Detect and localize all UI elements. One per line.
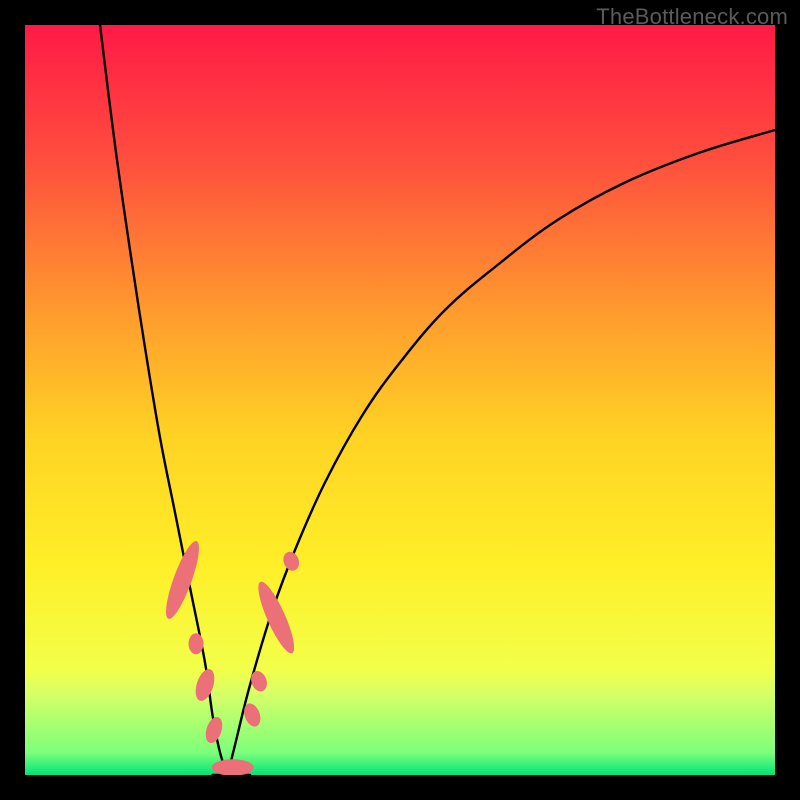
right-cluster-blob — [252, 578, 300, 657]
watermark-text: TheBottleneck.com — [596, 4, 788, 30]
left-cluster-dot-b — [192, 667, 218, 703]
series-right-curve — [228, 130, 776, 775]
plot-area — [25, 25, 775, 775]
floor-blob — [212, 759, 254, 775]
outer-frame: TheBottleneck.com — [0, 0, 800, 800]
chart-svg — [25, 25, 775, 775]
right-cluster-dot-c — [281, 549, 302, 573]
right-cluster-dot-b — [248, 669, 269, 694]
series-left-curve — [100, 25, 228, 775]
left-cluster-dot-c — [203, 715, 226, 745]
left-cluster-dot-a — [189, 633, 204, 654]
marker-layer — [160, 538, 302, 775]
curve-layer — [100, 25, 775, 775]
